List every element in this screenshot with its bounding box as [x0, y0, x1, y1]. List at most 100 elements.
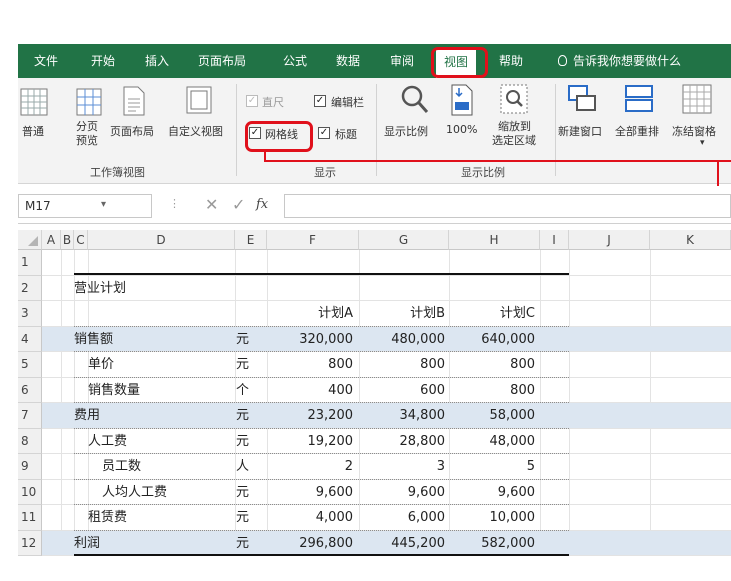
- enter-icon[interactable]: ✓: [232, 195, 245, 214]
- tab-help[interactable]: 帮助: [499, 44, 523, 78]
- cell-plan-c[interactable]: 800: [449, 352, 535, 377]
- cell-plan-b[interactable]: 3: [359, 454, 445, 479]
- cell-item[interactable]: 销售数量: [88, 378, 238, 403]
- row-header[interactable]: 3: [18, 301, 42, 327]
- tab-review[interactable]: 审阅: [390, 44, 414, 78]
- cell-unit[interactable]: 元: [236, 352, 266, 377]
- row-header[interactable]: 10: [18, 479, 42, 505]
- cell-plan-a[interactable]: 2: [267, 454, 353, 479]
- tab-home[interactable]: 开始: [91, 44, 115, 78]
- cell-plan-c[interactable]: 800: [449, 378, 535, 403]
- cell-item[interactable]: 营业计划: [74, 276, 224, 301]
- cell-unit[interactable]: 个: [236, 378, 266, 403]
- cell-item[interactable]: 利润: [74, 531, 224, 556]
- cancel-icon[interactable]: ✕: [205, 195, 218, 214]
- cell-plan-b[interactable]: 28,800: [359, 429, 446, 454]
- column-header-e[interactable]: E: [235, 230, 267, 250]
- cell-plan-c[interactable]: [449, 276, 535, 301]
- select-all-corner[interactable]: [18, 230, 42, 250]
- column-header-j[interactable]: J: [569, 230, 650, 250]
- cell-plan-c[interactable]: 9,600: [449, 480, 535, 505]
- cell-plan-a[interactable]: 320,000: [267, 327, 353, 352]
- cell-plan-c[interactable]: 5: [449, 454, 535, 479]
- column-header-i[interactable]: I: [540, 230, 569, 250]
- row-header[interactable]: 6: [18, 377, 42, 403]
- cell-unit[interactable]: 人: [236, 454, 266, 479]
- name-box-dropdown-icon[interactable]: ▾: [101, 199, 106, 210]
- cell-plan-b[interactable]: [359, 276, 445, 301]
- tell-me-search[interactable]: 告诉我你想要做什么: [558, 44, 681, 78]
- cell-plan-a[interactable]: 19,200: [267, 429, 354, 454]
- cell-plan-c[interactable]: 640,000: [449, 327, 535, 352]
- cell-item[interactable]: 销售额: [74, 327, 224, 352]
- tab-data[interactable]: 数据: [336, 44, 360, 78]
- column-header-h[interactable]: H: [449, 230, 540, 250]
- cell-unit[interactable]: 元: [236, 531, 266, 556]
- cell-plan-a[interactable]: 400: [267, 378, 353, 403]
- cell-plan-a[interactable]: [267, 250, 353, 275]
- cell-plan-b[interactable]: [359, 250, 445, 275]
- cell-item[interactable]: 员工数: [102, 454, 252, 479]
- row-header[interactable]: 5: [18, 352, 42, 378]
- cell-unit[interactable]: 元: [236, 480, 266, 505]
- cell-plan-a[interactable]: 4,000: [267, 505, 353, 530]
- cell-plan-a[interactable]: 296,800: [267, 531, 353, 556]
- cell-item[interactable]: 人工费: [88, 429, 238, 454]
- cell-plan-a[interactable]: 23,200: [267, 403, 354, 428]
- cell-plan-b[interactable]: 800: [359, 352, 445, 377]
- column-header-c[interactable]: C: [74, 230, 88, 250]
- cell-unit[interactable]: [236, 276, 266, 301]
- cell-plan-b[interactable]: 34,800: [359, 403, 446, 428]
- cell-item[interactable]: 租赁费: [88, 505, 238, 530]
- tab-insert[interactable]: 插入: [145, 44, 169, 78]
- name-box[interactable]: M17 ▾: [18, 194, 152, 218]
- cell-plan-a[interactable]: 800: [267, 352, 353, 377]
- tab-file[interactable]: 文件: [34, 44, 58, 78]
- cell-unit[interactable]: [236, 250, 266, 275]
- cell-item[interactable]: 费用: [74, 403, 224, 428]
- column-header-b[interactable]: B: [61, 230, 74, 250]
- column-header-d[interactable]: D: [88, 230, 235, 250]
- cell-plan-b[interactable]: 9,600: [359, 480, 445, 505]
- cell-plan-b[interactable]: 445,200: [359, 531, 445, 556]
- cell-plan-b[interactable]: 6,000: [359, 505, 445, 530]
- row-header[interactable]: 1: [18, 250, 42, 276]
- cell-item[interactable]: 单价: [88, 352, 238, 377]
- cell-unit[interactable]: 元: [236, 403, 266, 428]
- cell-unit[interactable]: 元: [236, 429, 266, 454]
- tab-formulas[interactable]: 公式: [283, 44, 307, 78]
- cell-plan-b[interactable]: 480,000: [359, 327, 445, 352]
- row-header[interactable]: 7: [18, 403, 42, 429]
- cell-unit[interactable]: 元: [236, 505, 266, 530]
- cell-item[interactable]: [74, 250, 224, 275]
- row-header[interactable]: 9: [18, 454, 42, 480]
- row-header[interactable]: 8: [18, 428, 42, 454]
- cell-plan-c[interactable]: 10,000: [449, 505, 536, 530]
- row-header[interactable]: 11: [18, 505, 42, 531]
- cell-plan-b[interactable]: 计划B: [359, 301, 445, 326]
- cell-plan-a[interactable]: 计划A: [267, 301, 353, 326]
- cell-plan-a[interactable]: 9,600: [267, 480, 353, 505]
- cell-plan-a[interactable]: [267, 276, 353, 301]
- cell-plan-c[interactable]: [449, 250, 535, 275]
- cell-plan-c[interactable]: 582,000: [449, 531, 535, 556]
- column-header-g[interactable]: G: [359, 230, 449, 250]
- page-layout-label: 页面布局: [110, 125, 154, 138]
- row-header[interactable]: 2: [18, 275, 42, 301]
- cell-plan-c[interactable]: 58,000: [449, 403, 536, 428]
- cell-item[interactable]: [74, 301, 224, 326]
- formula-input[interactable]: [284, 194, 731, 218]
- column-header-a[interactable]: A: [42, 230, 61, 250]
- cell-plan-c[interactable]: 计划C: [449, 301, 535, 326]
- column-header-k[interactable]: K: [650, 230, 731, 250]
- cell-item[interactable]: 人均人工费: [102, 480, 252, 505]
- cell-plan-b[interactable]: 600: [359, 378, 445, 403]
- cell-unit[interactable]: 元: [236, 327, 266, 352]
- row-header[interactable]: 12: [18, 530, 42, 556]
- cell-unit[interactable]: [236, 301, 266, 326]
- insert-function-icon[interactable]: fx: [256, 197, 268, 212]
- column-header-f[interactable]: F: [267, 230, 359, 250]
- cell-plan-c[interactable]: 48,000: [449, 429, 536, 454]
- row-header[interactable]: 4: [18, 326, 42, 352]
- tab-page-layout[interactable]: 页面布局: [198, 44, 246, 78]
